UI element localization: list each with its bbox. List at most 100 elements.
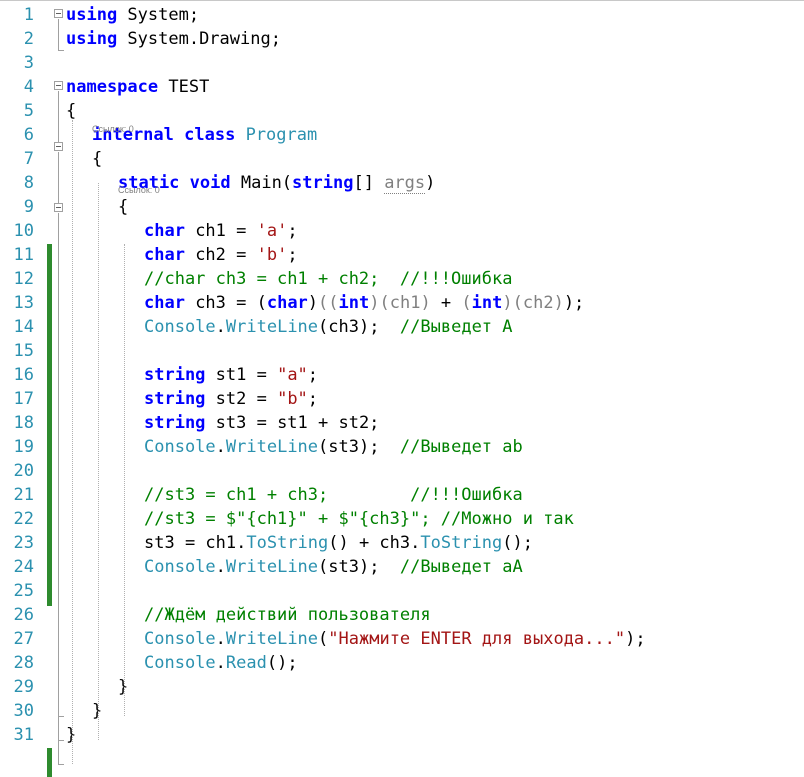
code-token: //Ждём действий пользователя bbox=[144, 605, 431, 625]
collapse-icon[interactable] bbox=[54, 142, 63, 151]
code-line[interactable]: //st3 = ch1 + ch3; //!!!Ошибка bbox=[144, 483, 523, 507]
code-line[interactable]: //st3 = $"{ch1}" + $"{ch3}"; //Можно и т… bbox=[144, 507, 574, 531]
code-line[interactable]: using System.Drawing; bbox=[66, 27, 281, 51]
line-number: 15 bbox=[13, 341, 34, 361]
line-number: 18 bbox=[13, 413, 34, 433]
code-line[interactable]: static void Main(string[] args) bbox=[118, 171, 435, 195]
code-line[interactable]: st3 = ch1.ToString() + ch3.ToString(); bbox=[144, 531, 533, 555]
code-line[interactable]: char ch2 = 'b'; bbox=[144, 243, 298, 267]
code-token: WriteLine bbox=[225, 629, 319, 649]
code-token: . bbox=[215, 437, 226, 457]
code-line[interactable]: //Ждём действий пользователя bbox=[144, 603, 431, 627]
code-line[interactable]: Console.WriteLine("Нажмите ENTER для вых… bbox=[144, 627, 646, 651]
code-line[interactable]: namespace TEST bbox=[66, 75, 209, 99]
code-token: System; bbox=[117, 5, 200, 25]
code-token: char bbox=[144, 245, 185, 265]
line-number: 31 bbox=[13, 725, 34, 745]
code-token: (ch3); bbox=[318, 317, 400, 337]
code-token: "Нажмите ENTER для выхода..." bbox=[328, 629, 626, 649]
line-number: 24 bbox=[13, 557, 34, 577]
line-number: 14 bbox=[13, 317, 34, 337]
code-line[interactable]: { bbox=[118, 195, 128, 219]
code-line[interactable]: Console.WriteLine(ch3); //Выведет A bbox=[144, 315, 513, 339]
code-token: "a" bbox=[277, 365, 308, 385]
line-number: 7 bbox=[23, 149, 34, 169]
code-token: Console bbox=[144, 629, 216, 649]
code-token: //char ch3 = ch1 + ch2; //!!!Ошибка bbox=[144, 269, 513, 289]
code-token: ch2 = bbox=[184, 245, 257, 265]
line-number: 12 bbox=[13, 269, 34, 289]
code-token: ch3 = ( bbox=[184, 293, 267, 313]
code-token: . bbox=[215, 653, 226, 673]
line-number: 1 bbox=[23, 5, 34, 25]
code-token: System.Drawing; bbox=[117, 29, 281, 49]
line-number: 9 bbox=[23, 197, 34, 217]
collapse-icon[interactable] bbox=[54, 81, 63, 90]
code-line[interactable]: Console.Read(); bbox=[144, 651, 298, 675]
code-line[interactable]: Console.WriteLine(st3); //Выведет aA bbox=[144, 555, 523, 579]
line-number: 8 bbox=[23, 173, 34, 193]
codelens-references[interactable]: Ссылок: 0 bbox=[92, 124, 134, 134]
code-token: WriteLine bbox=[225, 317, 319, 337]
code-editor[interactable]: 1 2 3 4 5 6 7 8 9 10 11 12 13 14 15 16 17 18 19 20 21 22 23 24 2… bbox=[0, 0, 804, 777]
code-token: WriteLine bbox=[225, 437, 319, 457]
outline-line bbox=[58, 716, 64, 717]
indent-guide bbox=[98, 183, 99, 740]
code-token: { bbox=[118, 197, 129, 217]
code-token: + bbox=[430, 293, 462, 313]
code-token: ) bbox=[425, 173, 436, 193]
line-number: 22 bbox=[13, 509, 34, 529]
line-number: 23 bbox=[13, 533, 34, 553]
outline-line bbox=[58, 50, 64, 51]
code-token: string bbox=[144, 365, 206, 385]
code-token: { bbox=[92, 149, 103, 169]
collapse-icon[interactable] bbox=[54, 203, 63, 212]
code-token: (); bbox=[266, 653, 298, 673]
code-line[interactable]: char ch1 = 'a'; bbox=[144, 219, 298, 243]
codelens-references[interactable]: Ссылок: 0 bbox=[118, 185, 160, 195]
code-token: ); bbox=[625, 629, 646, 649]
line-number: 4 bbox=[23, 77, 34, 97]
code-line[interactable]: using System; bbox=[66, 3, 199, 27]
code-line[interactable]: string st1 = "a"; bbox=[144, 363, 318, 387]
code-line[interactable]: Console.WriteLine(st3); //Выведет ab bbox=[144, 435, 523, 459]
code-token: ToString bbox=[246, 533, 329, 553]
code-token: (st3); bbox=[318, 437, 400, 457]
code-token: char bbox=[144, 221, 185, 241]
code-token: . bbox=[215, 629, 226, 649]
code-line[interactable]: { bbox=[92, 147, 102, 171]
code-token: ToString bbox=[420, 533, 503, 553]
code-line[interactable]: char ch3 = (char)((int)(ch1) + (int)(ch2… bbox=[144, 291, 584, 315]
code-line[interactable]: //char ch3 = ch1 + ch2; //!!!Ошибка bbox=[144, 267, 512, 291]
code-token: { bbox=[66, 101, 77, 121]
code-token: Program bbox=[245, 125, 318, 145]
code-token: (ch2) bbox=[512, 293, 564, 313]
code-token: ) bbox=[307, 293, 319, 313]
code-token: . bbox=[215, 317, 226, 337]
code-token: WriteLine bbox=[225, 557, 319, 577]
code-token: (( bbox=[318, 293, 339, 313]
editor-top-border bbox=[0, 0, 804, 1]
code-line[interactable]: string st3 = st1 + st2; bbox=[144, 411, 379, 435]
outline-line bbox=[58, 91, 59, 142]
line-number: 30 bbox=[13, 701, 34, 721]
code-token: //st3 = ch1 + ch3; //!!!Ошибка bbox=[144, 485, 523, 505]
outline-line bbox=[58, 764, 64, 765]
line-number: 6 bbox=[23, 125, 34, 145]
code-token: string bbox=[292, 173, 354, 193]
line-number: 5 bbox=[23, 101, 34, 121]
code-token: "b" bbox=[277, 389, 308, 409]
code-line[interactable]: string st2 = "b"; bbox=[144, 387, 318, 411]
code-token: ; bbox=[307, 389, 319, 409]
line-number: 19 bbox=[13, 437, 34, 457]
code-token: (ch1) bbox=[379, 293, 431, 313]
line-number: 28 bbox=[13, 653, 34, 673]
code-token: ch1 = bbox=[184, 221, 257, 241]
outline-line bbox=[58, 152, 59, 203]
code-token: (); bbox=[502, 533, 533, 553]
collapse-icon[interactable] bbox=[54, 9, 63, 18]
code-token: Console bbox=[144, 437, 216, 457]
